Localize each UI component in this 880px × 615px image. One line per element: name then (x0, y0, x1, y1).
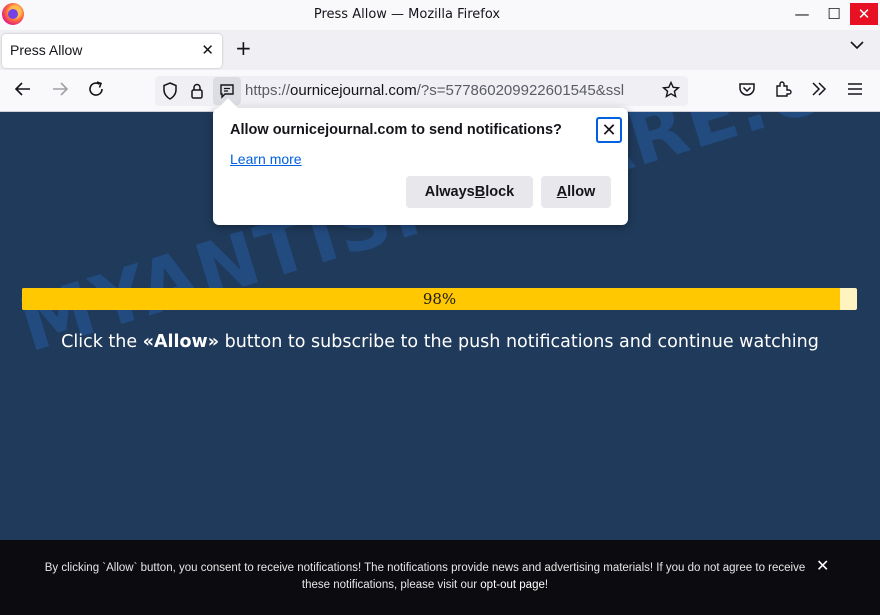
forward-button[interactable] (51, 80, 69, 98)
opt-out-link[interactable]: opt-out page (480, 579, 545, 591)
tab-press-allow[interactable]: Press Allow ✕ (2, 34, 222, 68)
close-icon: ✕ (601, 119, 617, 141)
popup-close-button[interactable]: ✕ (596, 117, 622, 143)
chat-bubble-icon (220, 84, 234, 99)
notification-permission-popup: Allow ournicejournal.com to send notific… (213, 108, 628, 225)
pocket-button[interactable] (738, 80, 756, 98)
app-menu-button[interactable] (846, 80, 864, 98)
popup-title: Allow ournicejournal.com to send notific… (230, 122, 562, 138)
always-block-button[interactable]: Always Block (406, 176, 533, 208)
tab-close-icon[interactable]: ✕ (201, 41, 214, 59)
forward-arrow-icon (53, 82, 69, 96)
puzzle-piece-icon (776, 81, 792, 97)
consent-text: By clicking `Allow` button, you consent … (44, 562, 806, 591)
back-arrow-icon (14, 82, 30, 96)
progress-bar: 98% (22, 288, 857, 310)
bookmark-star-icon[interactable] (662, 81, 680, 99)
reload-icon (89, 81, 103, 96)
back-button[interactable] (14, 80, 32, 98)
extensions-button[interactable] (774, 80, 792, 98)
reload-button[interactable] (87, 80, 105, 98)
window-title: Press Allow — Mozilla Firefox (313, 7, 501, 22)
hamburger-menu-icon (848, 83, 862, 95)
window-titlebar: Press Allow — Mozilla Firefox — ☐ ✕ (0, 0, 880, 30)
double-chevron-right-icon (812, 82, 827, 96)
list-tabs-button[interactable] (850, 40, 864, 50)
navigation-toolbar: https://ournicejournal.com/?s=5778602099… (0, 70, 880, 112)
consent-close-icon[interactable]: ✕ (816, 556, 829, 575)
lock-icon[interactable] (190, 82, 204, 100)
consent-banner: By clicking `Allow` button, you consent … (0, 540, 880, 615)
chevron-down-icon (850, 41, 864, 50)
pocket-icon (739, 83, 755, 96)
url-text[interactable]: https://ournicejournal.com/?s=5778602099… (245, 82, 655, 99)
allow-button[interactable]: Allow (541, 176, 611, 208)
call-to-action-text: Click the «Allow» button to subscribe to… (61, 332, 819, 352)
learn-more-link[interactable]: Learn more (230, 151, 302, 167)
maximize-button[interactable]: ☐ (818, 0, 850, 28)
tabs-bar: Press Allow ✕ (0, 30, 880, 70)
tab-title: Press Allow (10, 42, 83, 58)
more-tools-button[interactable] (810, 80, 828, 98)
url-bar[interactable]: https://ournicejournal.com/?s=5778602099… (155, 76, 688, 106)
tracking-protection-shield-icon[interactable] (162, 82, 178, 100)
minimize-button[interactable]: — (786, 0, 818, 28)
new-tab-button[interactable]: + (235, 38, 252, 58)
progress-percent: 98% (422, 290, 457, 308)
close-window-button[interactable]: ✕ (850, 3, 878, 25)
